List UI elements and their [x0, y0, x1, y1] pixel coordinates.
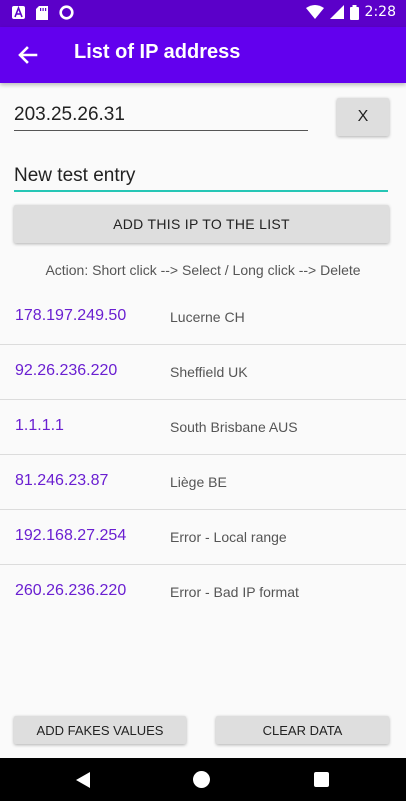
signal-icon — [329, 5, 344, 19]
app-bar: List of IP address — [0, 27, 406, 83]
ip-location: Sheffield UK — [170, 364, 248, 380]
ip-address: 81.246.23.87 — [15, 472, 109, 489]
add-ip-button[interactable]: ADD THIS IP TO THE LIST — [14, 205, 389, 243]
page-title: List of IP address — [74, 41, 241, 63]
notification-icons — [12, 5, 74, 20]
ip-address: 192.168.27.254 — [15, 527, 127, 544]
ip-label-input[interactable] — [14, 162, 388, 192]
list-item[interactable]: 92.26.236.220 Sheffield UK — [0, 345, 406, 400]
list-item[interactable]: 260.26.236.220 Error - Bad IP format — [0, 565, 406, 619]
nav-back-icon[interactable] — [74, 771, 92, 789]
ip-location: South Brisbane AUS — [170, 419, 298, 435]
ip-location: Liège BE — [170, 474, 227, 490]
ip-location: Lucerne CH — [170, 309, 245, 325]
clear-data-button[interactable]: CLEAR DATA — [216, 716, 389, 744]
list-item[interactable]: 1.1.1.1 South Brisbane AUS — [0, 400, 406, 455]
ip-address: 1.1.1.1 — [15, 417, 64, 434]
system-icons: 2:28 — [305, 4, 396, 20]
status-bar: 2:28 — [0, 0, 406, 27]
sd-card-icon — [36, 5, 48, 20]
font-notification-icon — [12, 6, 25, 19]
ip-address-input[interactable] — [14, 100, 308, 131]
ip-location: Error - Local range — [170, 529, 287, 545]
wifi-icon — [305, 5, 324, 19]
battery-icon — [349, 4, 359, 20]
ip-location: Error - Bad IP format — [170, 584, 299, 600]
ip-list: 178.197.249.50 Lucerne CH 92.26.236.220 … — [0, 290, 406, 619]
list-item[interactable]: 81.246.23.87 Liège BE — [0, 455, 406, 510]
add-fakes-button[interactable]: ADD FAKES VALUES — [14, 716, 186, 744]
nav-home-icon[interactable] — [193, 771, 210, 788]
app-screen: 2:28 List of IP address X ADD THIS IP TO… — [0, 0, 406, 801]
nav-recents-icon[interactable] — [314, 772, 329, 787]
ip-address: 178.197.249.50 — [15, 307, 127, 324]
back-arrow-icon[interactable] — [14, 41, 42, 69]
list-item[interactable]: 178.197.249.50 Lucerne CH — [0, 290, 406, 345]
ip-address: 92.26.236.220 — [15, 362, 118, 379]
sync-circle-icon — [59, 5, 74, 20]
clock: 2:28 — [364, 4, 396, 20]
action-hint: Action: Short click --> Select / Long cl… — [45, 262, 361, 278]
ip-address: 260.26.236.220 — [15, 582, 127, 599]
clear-ip-button[interactable]: X — [337, 98, 389, 136]
navigation-bar — [0, 758, 406, 801]
list-item[interactable]: 192.168.27.254 Error - Local range — [0, 510, 406, 565]
